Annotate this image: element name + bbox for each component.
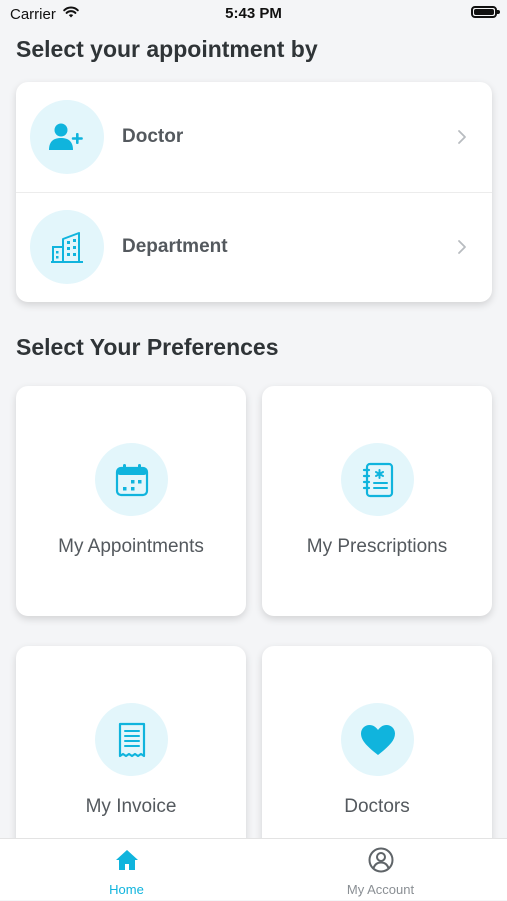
calendar-icon [95, 443, 168, 516]
tab-home[interactable]: Home [0, 839, 253, 901]
chevron-right-icon [454, 239, 470, 255]
my-prescriptions-label: My Prescriptions [306, 536, 448, 557]
battery-icon [471, 6, 500, 18]
add-user-icon [30, 100, 104, 174]
tab-my-account[interactable]: My Account [254, 839, 507, 901]
building-icon [30, 210, 104, 284]
appointment-section-title: Select your appointment by [16, 36, 318, 62]
prescription-notebook-icon [341, 443, 414, 516]
doctor-option[interactable]: Doctor [16, 82, 492, 193]
appointment-options-card: Doctor Department [16, 82, 492, 302]
tab-home-label: Home [109, 882, 144, 897]
department-option[interactable]: Department [16, 192, 492, 302]
status-bar: Carrier 5:43 PM [0, 0, 507, 28]
my-prescriptions-tile[interactable]: My Prescriptions [262, 386, 492, 616]
user-circle-icon [368, 847, 394, 873]
heart-icon [341, 703, 414, 776]
home-icon [114, 847, 140, 873]
chevron-right-icon [454, 129, 470, 145]
my-appointments-tile[interactable]: My Appointments [16, 386, 246, 616]
tab-bar: Home My Account [0, 838, 507, 900]
status-time: 5:43 PM [225, 5, 282, 22]
invoice-receipt-icon [95, 703, 168, 776]
department-option-label: Department [122, 236, 228, 257]
my-invoice-label: My Invoice [85, 796, 177, 817]
tab-my-account-label: My Account [346, 882, 415, 897]
doctors-label: Doctors [344, 796, 410, 817]
preferences-section-title: Select Your Preferences [16, 334, 279, 360]
my-appointments-label: My Appointments [58, 536, 204, 557]
doctor-option-label: Doctor [122, 126, 184, 147]
